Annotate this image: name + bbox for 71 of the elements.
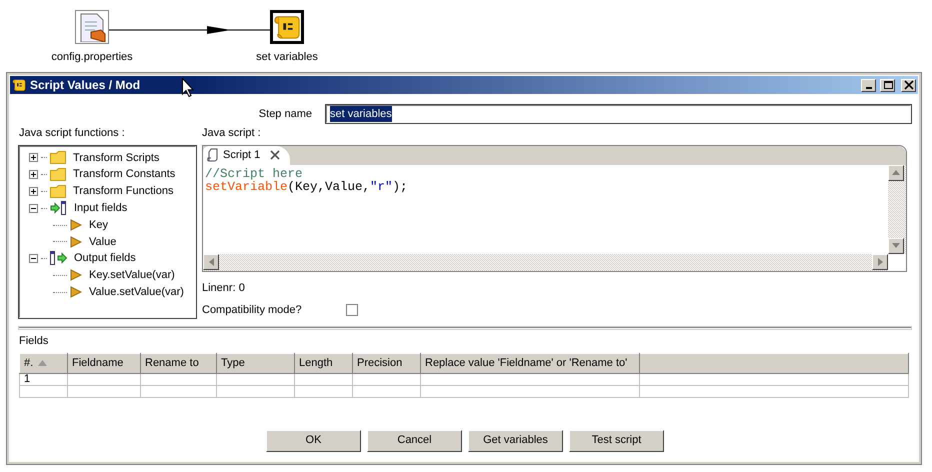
triangle-icon: [70, 286, 82, 298]
column-header[interactable]: Precision: [352, 354, 420, 373]
folder-icon: [50, 184, 66, 199]
column-header[interactable]: Type: [216, 354, 294, 373]
folder-icon: [50, 167, 66, 182]
column-header[interactable]: Length: [294, 354, 352, 373]
dialog-button[interactable]: Test script: [569, 430, 664, 452]
node-label: config.properties: [51, 50, 133, 65]
scroll-left-button[interactable]: [203, 254, 219, 270]
up-arrow-icon: [892, 170, 900, 175]
horizontal-scrollbar[interactable]: [203, 254, 888, 270]
mouse-cursor-icon: [182, 78, 194, 97]
compatibility-label: Compatibility mode?: [202, 303, 302, 318]
step-name-label: Step name: [258, 106, 312, 122]
file-node-icon[interactable]: [75, 10, 109, 44]
vertical-scrollbar[interactable]: [888, 164, 906, 254]
node-label: set variables: [256, 50, 318, 65]
folder-icon: [50, 150, 66, 166]
tree-item[interactable]: Transform Functions: [73, 183, 174, 200]
maximize-button[interactable]: [880, 78, 895, 92]
tree-item[interactable]: Key.setValue(var): [89, 267, 175, 284]
expand-icon[interactable]: [29, 170, 38, 180]
tree-item[interactable]: Transform Scripts: [73, 150, 160, 166]
minimize-icon: [866, 87, 872, 89]
expand-icon[interactable]: [29, 153, 38, 162]
minimize-button[interactable]: [861, 78, 876, 92]
script-node-icon[interactable]: [270, 10, 304, 44]
field-arrow-icon: [50, 251, 67, 266]
maximize-icon: [882, 80, 894, 90]
right-arrow-icon: [878, 258, 882, 266]
fields-label: Fields: [19, 334, 50, 348]
code-line: //Script here: [205, 168, 304, 180]
scroll-down-button[interactable]: [888, 238, 904, 254]
field-arrow-icon: [50, 200, 67, 216]
dialog-button[interactable]: Cancel: [367, 430, 462, 452]
compatibility-checkbox[interactable]: [346, 304, 358, 316]
tree-item[interactable]: Value.setValue(var): [89, 284, 184, 301]
triangle-icon: [70, 269, 82, 282]
tree-item[interactable]: Key: [89, 216, 108, 234]
dialog-button[interactable]: Get variables: [468, 430, 563, 452]
close-icon[interactable]: [270, 150, 280, 160]
code-line: setVariable(Key,Value,"r");: [205, 180, 409, 194]
close-button[interactable]: [901, 78, 916, 92]
tree-item[interactable]: Transform Constants: [73, 166, 176, 183]
line-number-label: Linenr: 0: [202, 280, 246, 296]
app-icon: [12, 78, 26, 92]
tree-item[interactable]: Value: [89, 234, 116, 250]
left-arrow-icon: [208, 258, 214, 266]
section-label: Java script functions :: [19, 126, 126, 141]
dialog-button[interactable]: OK: [266, 430, 361, 452]
tree-item[interactable]: Output fields: [74, 250, 136, 267]
triangle-icon: [70, 219, 82, 232]
down-arrow-icon: [892, 243, 900, 248]
window-title: Script Values / Mod: [30, 77, 140, 94]
script-tab[interactable]: Script 1: [203, 146, 290, 164]
scroll-up-button[interactable]: [888, 164, 904, 180]
collapse-icon[interactable]: [29, 204, 38, 213]
triangle-icon: [70, 236, 82, 248]
tree-item[interactable]: Input fields: [74, 200, 128, 217]
column-header[interactable]: Rename to: [140, 354, 216, 373]
column-header[interactable]: Replace value 'Fieldname' or 'Rename to': [420, 354, 640, 373]
column-header[interactable]: Fieldname: [68, 354, 140, 373]
table-cell: 1: [20, 373, 68, 385]
column-header[interactable]: #.: [20, 354, 68, 373]
collapse-icon[interactable]: [29, 254, 38, 264]
step-name-field[interactable]: set variables: [326, 105, 911, 123]
scroll-right-button[interactable]: [872, 254, 888, 270]
scroll-icon: [207, 148, 219, 162]
expand-icon[interactable]: [29, 186, 38, 196]
section-label: Java script :: [202, 126, 262, 141]
close-icon: [902, 80, 914, 90]
